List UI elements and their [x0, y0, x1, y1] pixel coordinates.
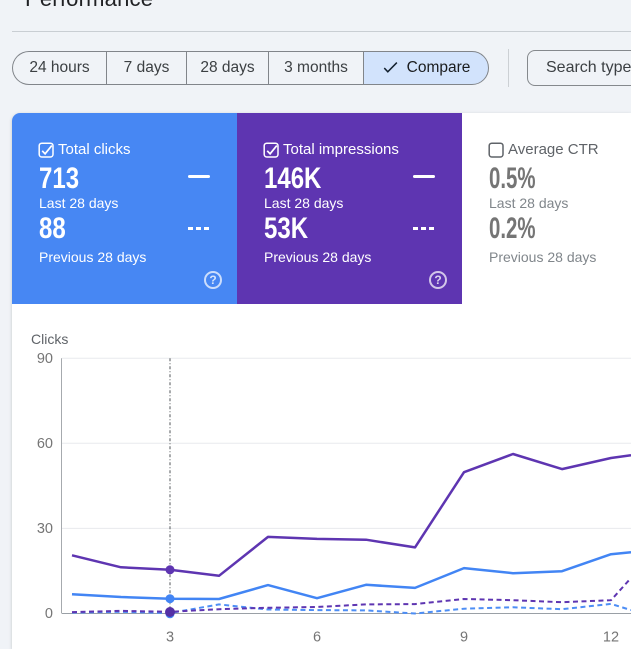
svg-text:6: 6: [313, 630, 321, 646]
svg-text:90: 90: [37, 351, 53, 367]
svg-text:12: 12: [603, 630, 619, 646]
svg-text:Clicks: Clicks: [31, 331, 68, 347]
svg-text:0: 0: [45, 606, 53, 622]
svg-text:9: 9: [460, 630, 468, 646]
svg-text:3: 3: [166, 630, 174, 646]
svg-text:30: 30: [37, 521, 53, 537]
svg-text:60: 60: [37, 436, 53, 452]
